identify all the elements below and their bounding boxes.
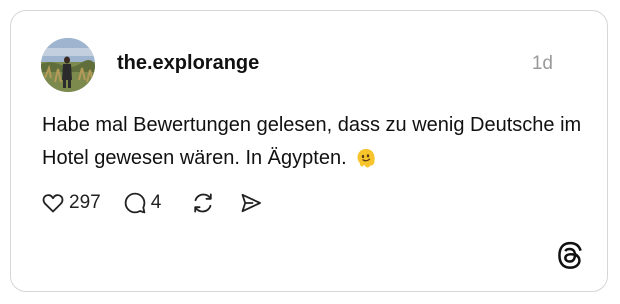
post-card: the.explorange 1d Habe mal Bewertungen g…	[10, 10, 608, 292]
threads-logo[interactable]	[555, 240, 583, 270]
reply-button[interactable]: 4	[123, 191, 162, 215]
post-text: Habe mal Bewertungen gelesen, dass zu we…	[42, 114, 582, 169]
reply-count: 4	[150, 192, 162, 213]
comment-icon	[123, 191, 147, 215]
post-timestamp: 1d	[531, 53, 553, 74]
avatar-photo	[41, 38, 95, 92]
post-actions: 297 4	[41, 188, 263, 218]
avatar[interactable]	[41, 38, 95, 92]
username[interactable]: the.explorange	[117, 51, 259, 75]
post-body: Habe mal Bewertungen gelesen, dass zu we…	[42, 109, 582, 180]
heart-icon	[41, 191, 65, 215]
send-icon	[239, 191, 263, 215]
share-button[interactable]	[239, 191, 263, 215]
repost-icon	[191, 191, 215, 215]
repost-button[interactable]	[191, 191, 215, 215]
like-count: 297	[69, 192, 101, 213]
like-button[interactable]: 297	[41, 191, 101, 215]
melting-face-emoji	[355, 147, 377, 180]
